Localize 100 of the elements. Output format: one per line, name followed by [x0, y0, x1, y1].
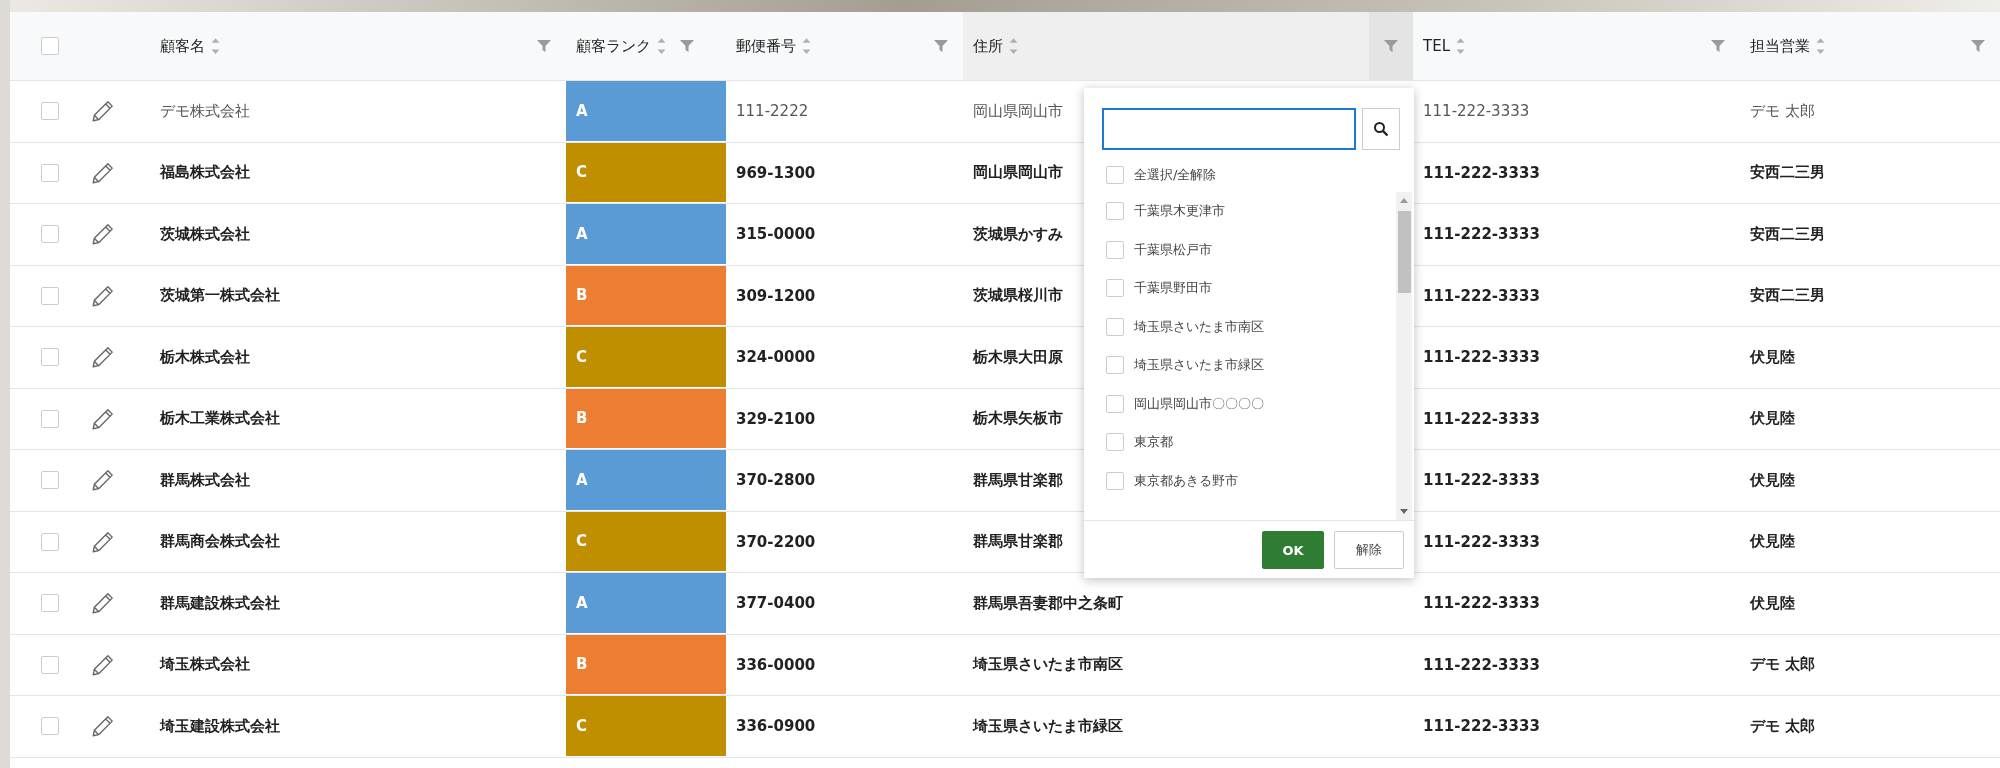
customer-name: 茨城第一株式会社	[160, 286, 280, 306]
option-label[interactable]: 千葉県松戸市	[1134, 240, 1212, 259]
row-checkbox[interactable]	[41, 532, 59, 551]
option-label[interactable]: 東京都あきる野市	[1134, 471, 1238, 490]
row-checkbox[interactable]	[41, 471, 59, 490]
option-checkbox[interactable]	[1106, 202, 1124, 221]
option-label[interactable]: 岡山県岡山市〇〇〇〇	[1134, 394, 1264, 413]
zip-cell: 370-2200	[736, 532, 816, 551]
row-checkbox[interactable]	[41, 348, 59, 367]
row-checkbox[interactable]	[41, 225, 59, 244]
customer-name: 茨城株式会社	[160, 224, 250, 244]
sales-rep-cell: デモ 太郎	[1750, 101, 1815, 121]
address-cell: 群馬県甘楽郡	[973, 532, 1063, 552]
sales-rep-cell: 安西二三男	[1750, 224, 1825, 244]
rank-cell: C	[566, 142, 726, 203]
row-checkbox[interactable]	[41, 409, 59, 428]
search-button[interactable]	[1362, 108, 1400, 150]
sales-rep-cell: 安西二三男	[1750, 286, 1825, 306]
option-label[interactable]: 埼玉県さいたま市緑区	[1134, 356, 1264, 375]
option-label[interactable]: 千葉県野田市	[1134, 279, 1212, 298]
rank-cell: A	[566, 204, 726, 265]
column-header[interactable]: 郵便番号	[736, 36, 796, 56]
rank-cell: A	[566, 450, 726, 511]
option-checkbox[interactable]	[1106, 356, 1124, 375]
column-header[interactable]: 担当営業	[1750, 36, 1810, 56]
filter-icon[interactable]	[1710, 38, 1726, 54]
filter-icon[interactable]	[1970, 38, 1986, 54]
option-label[interactable]: 千葉県木更津市	[1134, 202, 1225, 221]
filter-icon[interactable]	[536, 38, 552, 54]
option-checkbox[interactable]	[1106, 240, 1124, 259]
rank-cell: B	[566, 634, 726, 695]
customer-name: デモ株式会社	[160, 101, 250, 121]
address-cell: 埼玉県さいたま市南区	[973, 655, 1123, 675]
sort-icon[interactable]	[1009, 37, 1018, 55]
customer-name: 栃木工業株式会社	[160, 409, 280, 429]
column-header[interactable]: TEL	[1423, 37, 1450, 55]
sales-rep-cell: デモ 太郎	[1750, 655, 1816, 675]
option-checkbox[interactable]	[1106, 317, 1124, 336]
rank-cell: A	[566, 81, 726, 142]
address-cell: 栃木県大田原	[973, 347, 1063, 367]
clear-button[interactable]: 解除	[1334, 531, 1404, 569]
sales-rep-cell: デモ 太郎	[1750, 716, 1816, 736]
phone-cell: 111-222-3333	[1423, 102, 1530, 121]
row-checkbox[interactable]	[41, 655, 59, 674]
customer-name: 埼玉株式会社	[160, 655, 250, 675]
column-header[interactable]: 住所	[973, 36, 1003, 56]
option-label[interactable]: 全選択/全解除	[1134, 166, 1217, 184]
zip-cell: 377-0400	[736, 594, 816, 613]
sales-rep-cell: 安西二三男	[1750, 163, 1825, 183]
phone-cell: 111-222-3333	[1423, 225, 1540, 244]
customer-name: 福島株式会社	[160, 163, 250, 183]
zip-cell: 336-0000	[736, 655, 816, 674]
option-checkbox[interactable]	[1106, 433, 1124, 452]
column-header[interactable]: 顧客名	[160, 36, 205, 56]
customer-name: 埼玉建設株式会社	[160, 716, 280, 736]
phone-cell: 111-222-3333	[1423, 348, 1540, 367]
phone-cell: 111-222-3333	[1423, 655, 1540, 674]
sort-icon[interactable]	[657, 37, 666, 55]
option-checkbox[interactable]	[1106, 471, 1124, 490]
phone-cell: 111-222-3333	[1423, 532, 1540, 551]
filter-icon[interactable]	[1383, 38, 1399, 54]
row-checkbox[interactable]	[41, 102, 59, 121]
customer-name: 群馬建設株式会社	[160, 593, 280, 613]
phone-cell: 111-222-3333	[1423, 594, 1540, 613]
row-checkbox[interactable]	[41, 717, 59, 736]
address-cell: 群馬県吾妻郡中之条町	[973, 593, 1123, 613]
phone-cell: 111-222-3333	[1423, 163, 1540, 182]
search-field[interactable]	[1102, 108, 1357, 150]
column-header[interactable]: 顧客ランク	[576, 36, 651, 56]
filter-icon[interactable]	[933, 38, 949, 54]
select-all-checkbox[interactable]	[41, 37, 59, 55]
sales-rep-cell: 伏見陸	[1750, 470, 1795, 490]
row-checkbox[interactable]	[41, 594, 59, 613]
rank-cell: C	[566, 327, 726, 388]
sort-icon[interactable]	[1456, 37, 1465, 55]
address-cell: 岡山県岡山市	[973, 163, 1063, 183]
filter-icon[interactable]	[679, 38, 695, 54]
sales-rep-cell: 伏見陸	[1750, 532, 1795, 552]
sort-icon[interactable]	[1816, 37, 1825, 55]
customer-name: 群馬商会株式会社	[160, 532, 280, 552]
customer-name: 群馬株式会社	[160, 470, 250, 490]
sort-icon[interactable]	[211, 37, 220, 55]
zip-cell: 324-0000	[736, 348, 816, 367]
option-checkbox[interactable]	[1106, 279, 1124, 298]
option-label[interactable]: 埼玉県さいたま市南区	[1134, 317, 1264, 336]
scrollbar[interactable]	[1396, 192, 1412, 520]
rank-cell: C	[566, 511, 726, 572]
zip-cell: 969-1300	[736, 163, 816, 182]
ok-button[interactable]: OK	[1262, 531, 1324, 569]
rank-cell: B	[566, 265, 726, 326]
row-checkbox[interactable]	[41, 163, 59, 182]
option-checkbox[interactable]	[1106, 166, 1124, 184]
sort-icon[interactable]	[802, 37, 811, 55]
address-cell: 茨城県桜川市	[973, 286, 1063, 306]
zip-cell: 315-0000	[736, 225, 816, 244]
rank-cell: C	[566, 696, 726, 757]
option-checkbox[interactable]	[1106, 394, 1124, 413]
row-checkbox[interactable]	[41, 286, 59, 305]
option-label[interactable]: 東京都	[1134, 433, 1173, 452]
phone-cell: 111-222-3333	[1423, 717, 1540, 736]
